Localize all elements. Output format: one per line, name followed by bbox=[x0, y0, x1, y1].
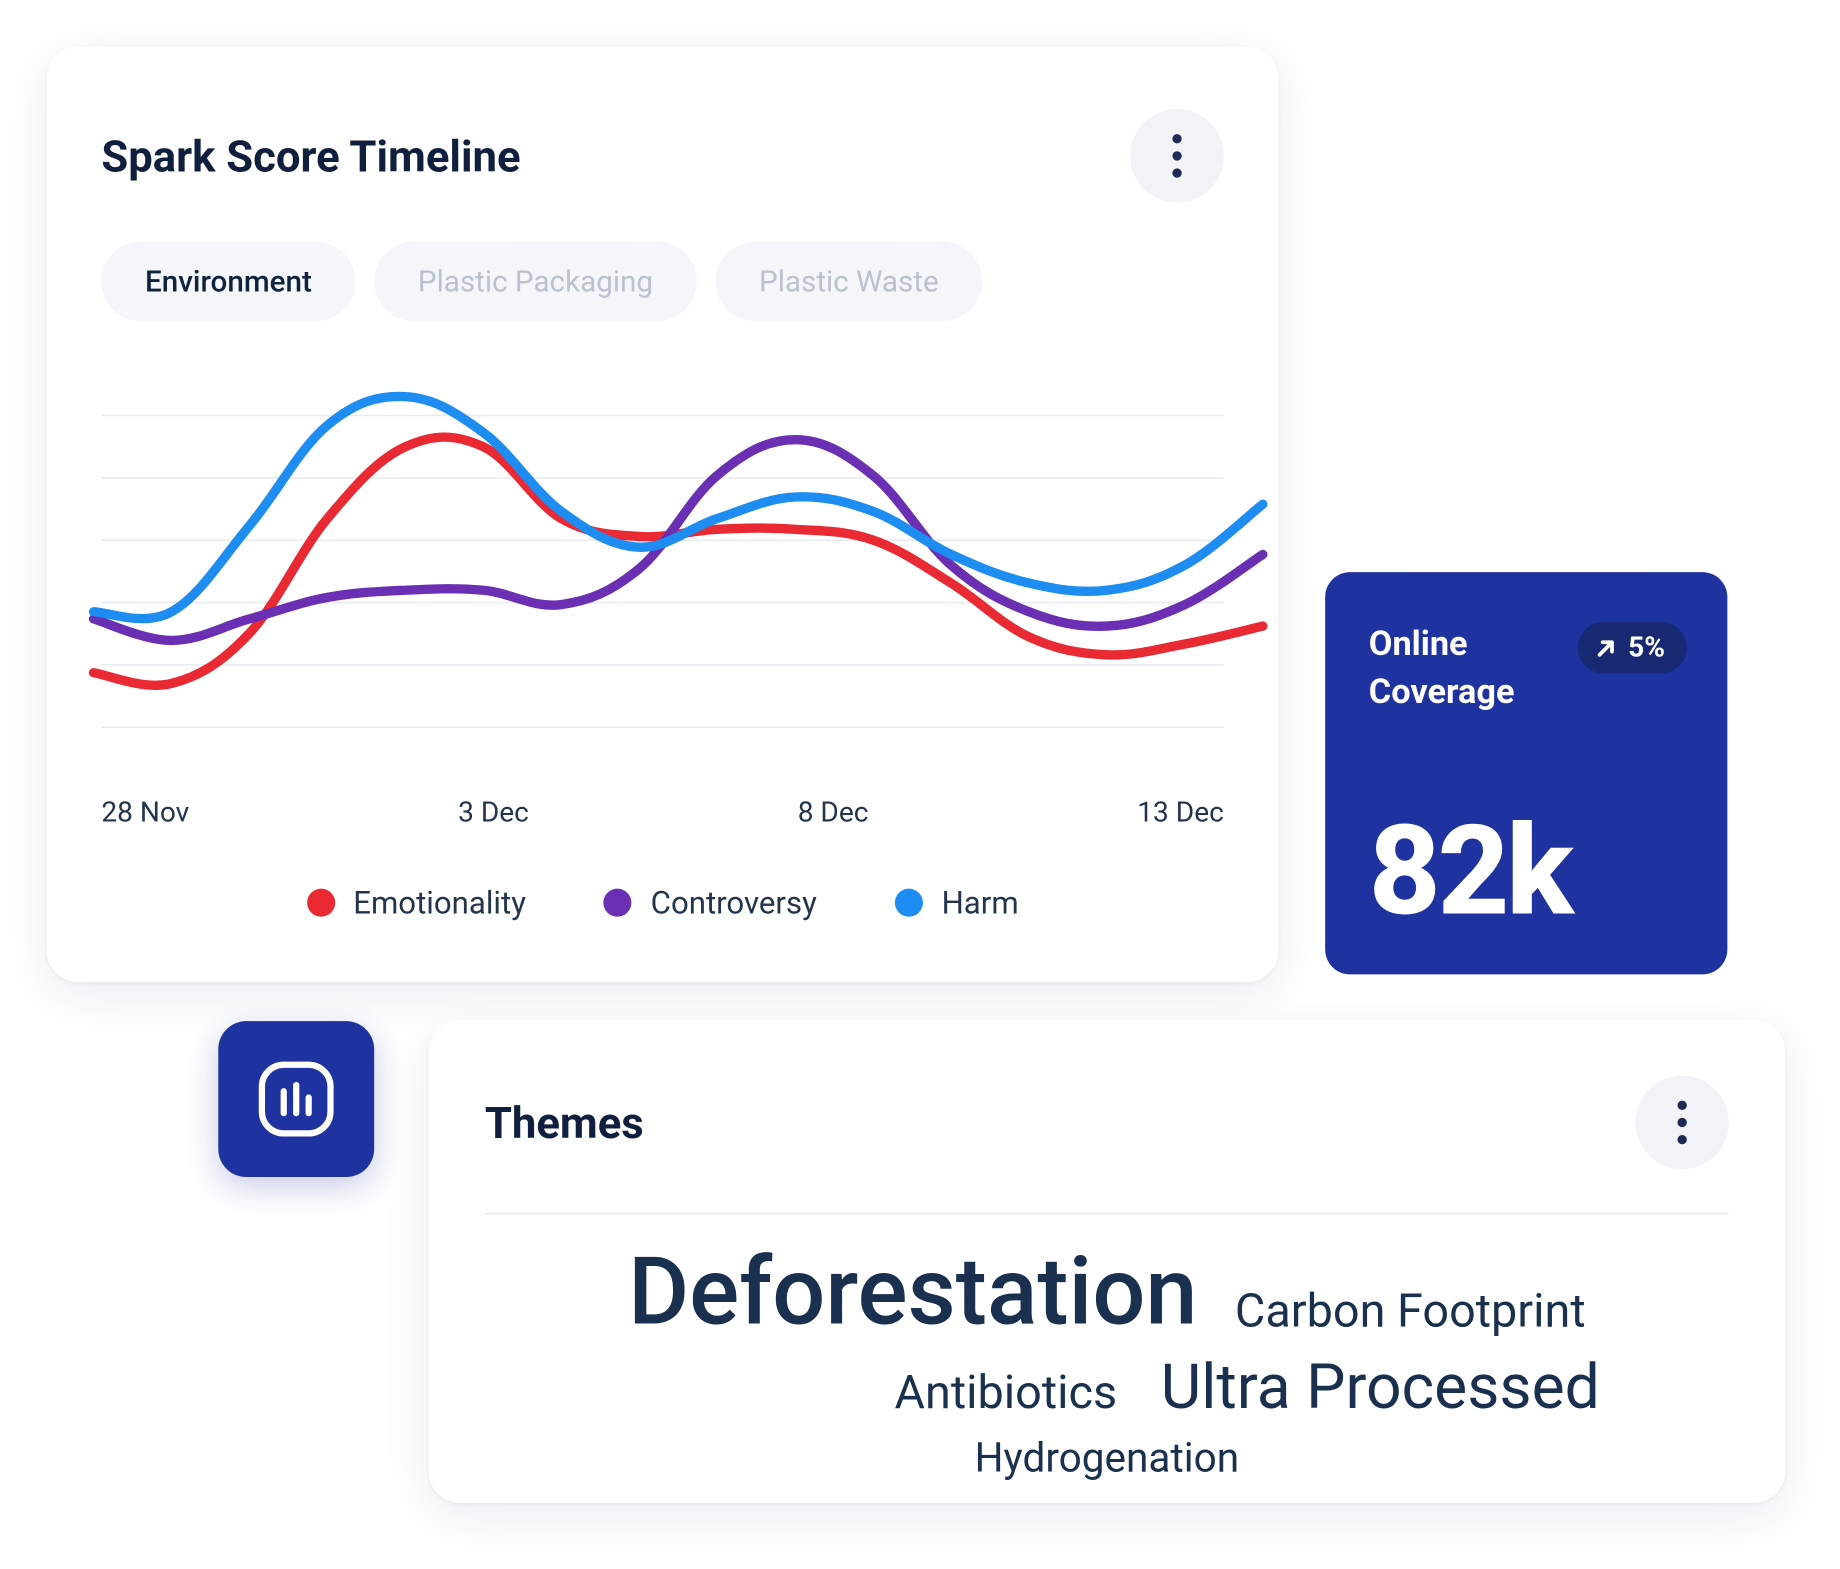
tab-plastic-waste[interactable]: Plastic Waste bbox=[715, 242, 982, 322]
themes-title: Themes bbox=[485, 1097, 644, 1148]
legend-controversy: Controversy bbox=[604, 884, 817, 921]
x-tick: 8 Dec bbox=[798, 797, 869, 830]
legend-label: Harm bbox=[942, 884, 1019, 921]
more-dots-icon bbox=[1677, 1101, 1686, 1110]
legend-emotionality: Emotionality bbox=[306, 884, 525, 921]
online-coverage-card: Online Coverage 5% 82k bbox=[1325, 572, 1727, 974]
timeline-tabs: Environment Plastic Packaging Plastic Wa… bbox=[47, 203, 1279, 321]
timeline-x-axis: 28 Nov 3 Dec 8 Dec 13 Dec bbox=[47, 773, 1279, 829]
themes-card: Themes Deforestation Carbon Footprint An… bbox=[429, 1020, 1785, 1503]
timeline-title: Spark Score Timeline bbox=[101, 130, 520, 181]
more-dots-icon bbox=[1172, 134, 1181, 143]
themes-more-button[interactable] bbox=[1635, 1076, 1729, 1170]
x-tick: 28 Nov bbox=[101, 797, 189, 830]
coverage-label: Online Coverage bbox=[1369, 622, 1515, 718]
timeline-legend: Emotionality Controversy Harm bbox=[47, 884, 1279, 921]
timeline-more-button[interactable] bbox=[1130, 109, 1224, 203]
theme-word: Carbon Footprint bbox=[1235, 1285, 1586, 1341]
legend-dot-icon bbox=[895, 889, 923, 917]
bar-chart-icon bbox=[248, 1051, 345, 1148]
tab-plastic-packaging[interactable]: Plastic Packaging bbox=[374, 242, 696, 322]
theme-word: Deforestation bbox=[628, 1243, 1197, 1341]
coverage-trend-badge: 5% bbox=[1578, 622, 1687, 673]
timeline-chart-svg bbox=[47, 352, 1279, 773]
legend-label: Controversy bbox=[651, 884, 817, 921]
timeline-chart bbox=[47, 352, 1279, 773]
theme-word: Ultra Processed bbox=[1161, 1350, 1600, 1425]
theme-word: Hydrogenation bbox=[975, 1431, 1239, 1488]
x-tick: 13 Dec bbox=[1137, 797, 1224, 830]
legend-dot-icon bbox=[604, 889, 632, 917]
spark-score-timeline-card: Spark Score Timeline Environment Plastic… bbox=[47, 47, 1279, 982]
x-tick: 3 Dec bbox=[458, 797, 529, 830]
tab-environment[interactable]: Environment bbox=[101, 242, 355, 322]
arrow-up-right-icon bbox=[1594, 635, 1619, 660]
legend-label: Emotionality bbox=[353, 884, 526, 921]
themes-wordcloud: Deforestation Carbon Footprint Antibioti… bbox=[485, 1243, 1729, 1508]
legend-dot-icon bbox=[306, 889, 334, 917]
coverage-value: 82k bbox=[1369, 809, 1687, 934]
trend-value: 5% bbox=[1628, 631, 1665, 664]
divider bbox=[485, 1213, 1729, 1215]
legend-harm: Harm bbox=[895, 884, 1019, 921]
app-logo-badge bbox=[218, 1021, 374, 1177]
theme-word: Antibiotics bbox=[895, 1366, 1118, 1422]
